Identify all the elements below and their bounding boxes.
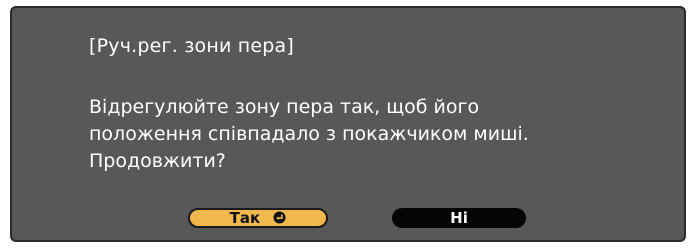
dialog-message: Відрегулюйте зону пера так, щоб його пол… — [89, 94, 529, 175]
message-line: Продовжити? — [89, 150, 226, 172]
no-button-label: Ні — [450, 209, 468, 227]
yes-button-label: Так — [229, 209, 261, 227]
enter-icon — [273, 211, 286, 224]
pen-area-adjust-dialog: [Руч.рег. зони пера] Відрегулюйте зону п… — [10, 6, 686, 242]
message-line: Відрегулюйте зону пера так, щоб його — [89, 96, 480, 118]
yes-button[interactable]: Так — [188, 208, 328, 228]
message-line: положення співпадало з покажчиком миші. — [89, 123, 529, 145]
dialog-title: [Руч.рег. зони пера] — [89, 35, 294, 57]
no-button[interactable]: Ні — [392, 208, 526, 228]
